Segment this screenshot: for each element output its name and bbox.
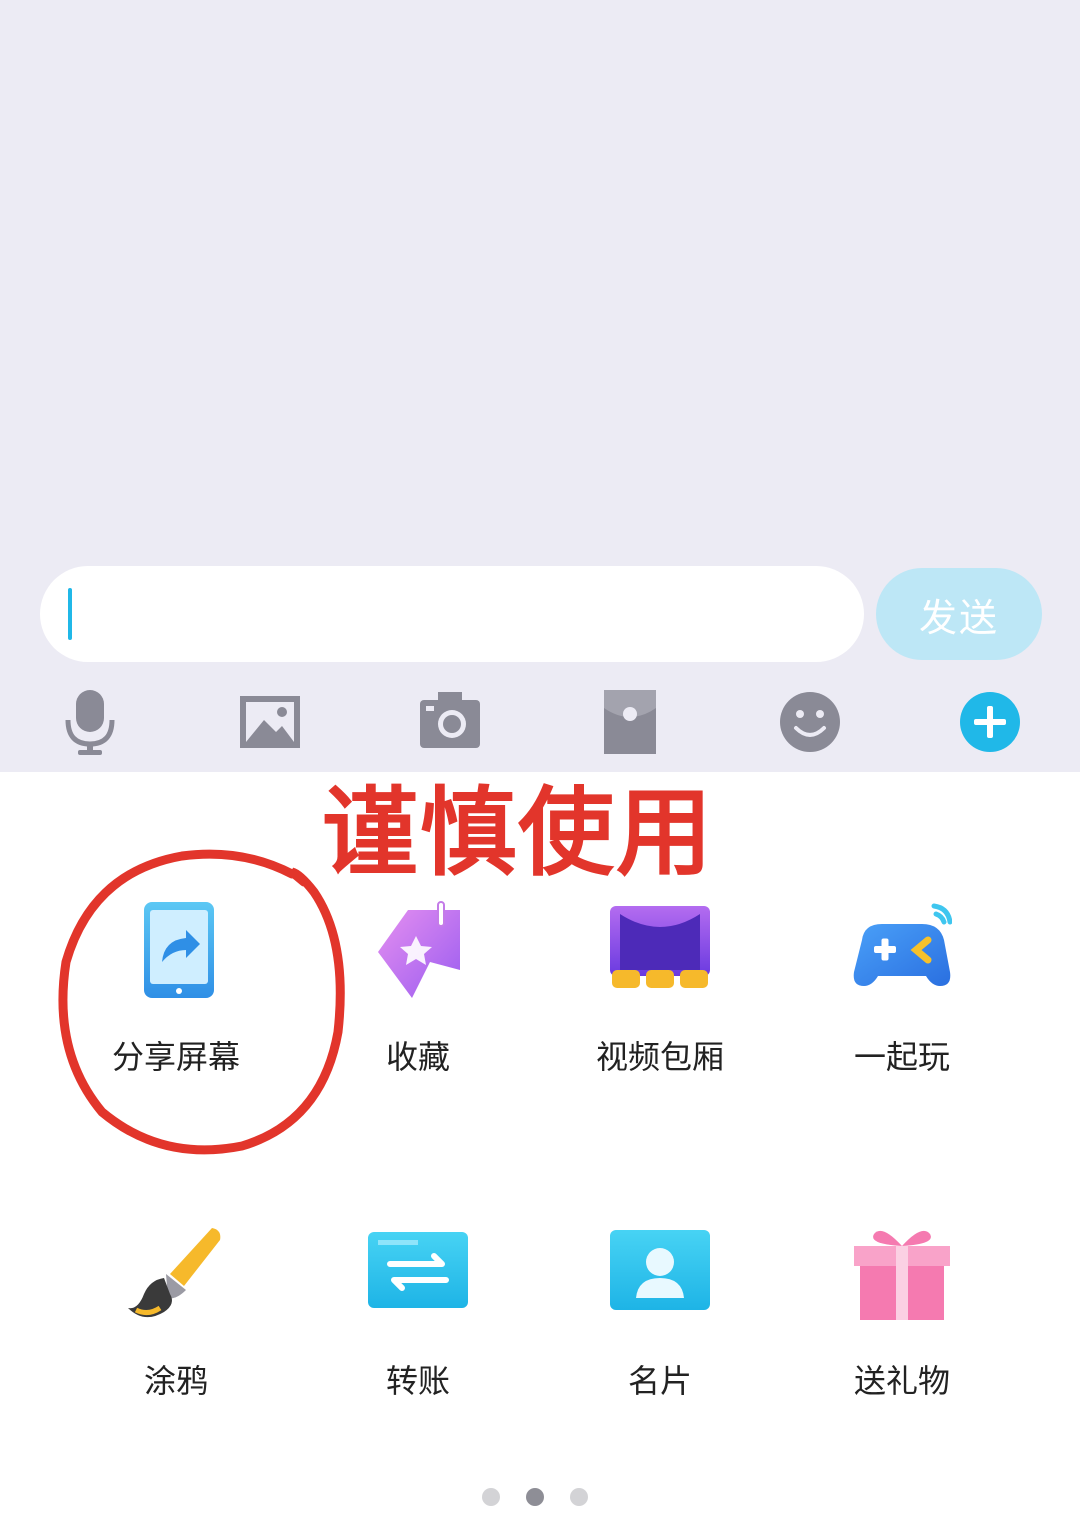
app-doodle[interactable]: 涂鸦	[76, 1224, 276, 1434]
app-transfer[interactable]: 转账	[318, 1224, 518, 1434]
gift-icon	[854, 1230, 950, 1320]
app-label: 一起玩	[853, 1038, 950, 1076]
video-room-icon	[610, 906, 710, 988]
app-video-room[interactable]: 视频包厢	[560, 900, 760, 1110]
send-button[interactable]: 发送	[876, 568, 1042, 660]
page-indicator	[480, 1488, 600, 1508]
app-business-card[interactable]: 名片	[560, 1224, 760, 1434]
app-label: 分享屏幕	[111, 1038, 240, 1076]
emoji-icon[interactable]	[774, 686, 846, 758]
business-card-icon	[610, 1230, 710, 1310]
app-label: 视频包厢	[595, 1038, 724, 1076]
favorites-icon	[378, 901, 460, 998]
message-input[interactable]	[40, 566, 864, 662]
app-label: 收藏	[385, 1038, 450, 1076]
camera-icon[interactable]	[414, 686, 486, 758]
page-dot[interactable]	[570, 1488, 588, 1506]
gamepad-icon	[853, 903, 952, 986]
app-label: 名片	[627, 1362, 692, 1400]
plus-icon[interactable]	[954, 686, 1026, 758]
app-label: 送礼物	[853, 1362, 950, 1400]
page-dot[interactable]	[482, 1488, 500, 1506]
app-send-gift[interactable]: 送礼物	[802, 1224, 1002, 1434]
page-dot-current[interactable]	[526, 1488, 544, 1506]
app-favorites[interactable]: 收藏	[318, 900, 518, 1110]
transfer-icon	[368, 1232, 468, 1308]
red-packet-icon[interactable]	[594, 686, 666, 758]
app-share-screen[interactable]: 分享屏幕	[76, 900, 276, 1110]
paintbrush-icon	[128, 1228, 221, 1318]
app-label: 涂鸦	[143, 1362, 208, 1400]
share-screen-icon	[144, 902, 214, 998]
text-caret	[68, 588, 72, 640]
warning-annotation: 谨慎使用	[322, 777, 714, 889]
microphone-icon[interactable]	[54, 686, 126, 758]
app-play-together[interactable]: 一起玩	[802, 900, 1002, 1110]
app-label: 转账	[385, 1362, 450, 1400]
image-icon[interactable]	[234, 686, 306, 758]
